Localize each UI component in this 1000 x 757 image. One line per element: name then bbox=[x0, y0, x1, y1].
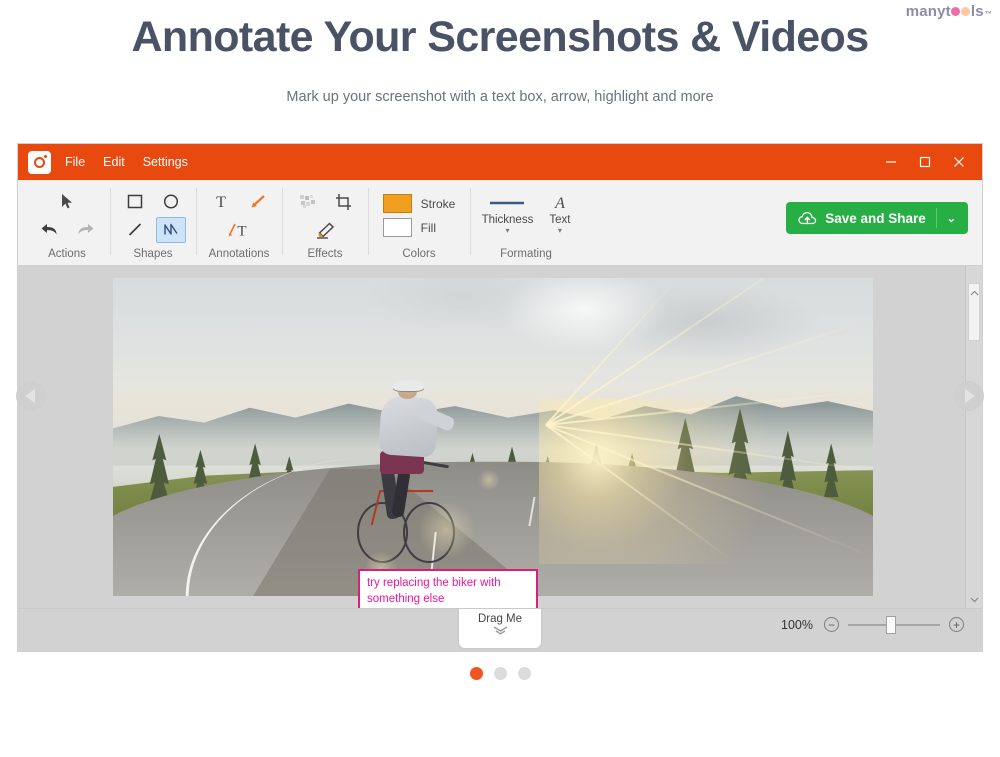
prev-slide-arrow[interactable] bbox=[16, 381, 46, 411]
text-format-icon: A bbox=[550, 191, 570, 213]
ribbon-group-label-annotations: Annotations bbox=[208, 248, 270, 260]
svg-text:T: T bbox=[216, 194, 226, 211]
screenshot-photo[interactable] bbox=[113, 278, 873, 596]
redo-icon[interactable] bbox=[70, 217, 100, 243]
thickness-label: Thickness bbox=[481, 214, 534, 226]
text-format-label: Text bbox=[549, 214, 571, 226]
ribbon-group-label-effects: Effects bbox=[307, 248, 343, 260]
text-format-control[interactable]: A Text ▾ bbox=[549, 191, 570, 235]
close-icon[interactable] bbox=[944, 149, 974, 175]
fill-color-swatch[interactable] bbox=[382, 218, 412, 237]
crop-icon[interactable] bbox=[328, 189, 358, 215]
photo-sun-ray bbox=[545, 278, 837, 427]
carousel-dot-2[interactable] bbox=[493, 667, 507, 680]
thickness-caret-icon[interactable]: ▾ bbox=[505, 227, 509, 235]
scrollbar-thumb[interactable] bbox=[968, 283, 980, 341]
status-bar: Drag Me 100% − + bbox=[18, 608, 982, 651]
cloud-upload-icon bbox=[798, 211, 817, 226]
stroke-color-row[interactable]: Stroke bbox=[382, 194, 456, 213]
pixelate-icon[interactable] bbox=[292, 189, 322, 215]
ribbon-group-annotations: T T Annotations bbox=[196, 180, 282, 265]
line-icon[interactable] bbox=[120, 217, 150, 243]
zoom-out-button[interactable]: − bbox=[824, 617, 839, 632]
ribbon-group-shapes: Shapes bbox=[110, 180, 196, 265]
carousel-dots bbox=[0, 667, 1000, 680]
stroke-color-label: Stroke bbox=[420, 196, 456, 211]
stroke-color-swatch[interactable] bbox=[382, 194, 412, 213]
chevron-left-icon bbox=[25, 389, 35, 403]
canvas-vertical-scrollbar[interactable] bbox=[965, 266, 982, 608]
page-subtitle: Mark up your screenshot with a text box,… bbox=[286, 89, 714, 105]
rectangle-icon[interactable] bbox=[120, 189, 150, 215]
ribbon-group-formating: Thickness ▾ A Text ▾ Formating bbox=[470, 180, 582, 265]
highlighter-icon[interactable] bbox=[310, 217, 340, 243]
scroll-down-icon[interactable] bbox=[966, 591, 982, 608]
fill-color-row[interactable]: Fill bbox=[382, 218, 456, 237]
drag-me-handle[interactable]: Drag Me bbox=[458, 609, 542, 649]
zoom-level-label: 100% bbox=[781, 617, 813, 632]
text-icon[interactable]: T bbox=[206, 189, 236, 215]
arrow-icon[interactable] bbox=[242, 189, 272, 215]
ribbon-group-label-shapes: Shapes bbox=[133, 248, 173, 260]
thickness-control[interactable]: Thickness ▾ bbox=[481, 191, 534, 235]
save-and-share-label: Save and Share bbox=[825, 210, 926, 226]
ribbon-group-label-formating: Formating bbox=[500, 248, 552, 260]
freehand-icon[interactable] bbox=[156, 216, 186, 243]
zoom-slider-thumb[interactable] bbox=[886, 615, 896, 634]
title-bar: File Edit Settings bbox=[18, 144, 982, 180]
chevron-double-down-icon bbox=[459, 626, 541, 638]
zoom-slider-track[interactable] bbox=[848, 615, 940, 634]
app-logo-icon bbox=[28, 150, 51, 174]
menu-item-edit[interactable]: Edit bbox=[103, 155, 125, 169]
cursor-icon[interactable] bbox=[52, 189, 82, 215]
page-root: manyt ls ™ Annotate Your Screenshots & V… bbox=[0, 0, 1000, 757]
scroll-up-icon[interactable] bbox=[969, 284, 979, 301]
carousel-dot-3[interactable] bbox=[517, 667, 531, 680]
ribbon-group-effects: Effects bbox=[282, 180, 368, 265]
menu-item-settings[interactable]: Settings bbox=[143, 155, 188, 169]
ribbon-group-actions: Actions bbox=[24, 180, 110, 265]
photo-lens-flare bbox=[477, 468, 500, 491]
thickness-line-icon bbox=[488, 191, 526, 213]
text-box-annotation[interactable]: try replacing the biker with something e… bbox=[358, 569, 538, 608]
maximize-icon[interactable] bbox=[910, 149, 940, 175]
ribbon-toolbar: Actions Shapes T T Annotations Effects S… bbox=[18, 180, 982, 266]
menu-item-file[interactable]: File bbox=[65, 155, 85, 169]
chevron-right-icon bbox=[965, 389, 975, 403]
ellipse-icon[interactable] bbox=[156, 189, 186, 215]
editor-canvas[interactable]: try replacing the biker with something e… bbox=[18, 266, 982, 608]
photo-lens-flare bbox=[417, 500, 475, 559]
text-callout-icon[interactable]: T bbox=[224, 217, 254, 243]
svg-text:T: T bbox=[237, 223, 246, 239]
ribbon-group-label-colors: Colors bbox=[402, 248, 436, 260]
menu-bar: File Edit Settings bbox=[65, 155, 188, 169]
undo-icon[interactable] bbox=[34, 217, 64, 243]
next-slide-arrow[interactable] bbox=[954, 381, 984, 411]
window-controls bbox=[876, 144, 974, 180]
save-share-divider bbox=[935, 208, 937, 228]
fill-color-label: Fill bbox=[420, 220, 436, 235]
zoom-in-button[interactable]: + bbox=[949, 617, 964, 632]
save-share-dropdown-icon[interactable]: ⌄ bbox=[947, 212, 968, 225]
minimize-icon[interactable] bbox=[876, 149, 906, 175]
app-window: File Edit Settings Actions Shapes T T An… bbox=[18, 144, 982, 651]
carousel-dot-1[interactable] bbox=[469, 667, 483, 680]
svg-text:A: A bbox=[554, 195, 565, 211]
ribbon-group-colors: Stroke Fill Colors bbox=[368, 180, 470, 265]
page-title: Annotate Your Screenshots & Videos bbox=[131, 13, 869, 61]
drag-me-label: Drag Me bbox=[477, 613, 523, 625]
text-format-caret-icon[interactable]: ▾ bbox=[558, 227, 562, 235]
zoom-controls[interactable]: 100% − + bbox=[781, 615, 964, 634]
save-and-share-button[interactable]: Save and Share ⌄ bbox=[786, 202, 968, 234]
ribbon-group-label-actions: Actions bbox=[48, 248, 86, 260]
